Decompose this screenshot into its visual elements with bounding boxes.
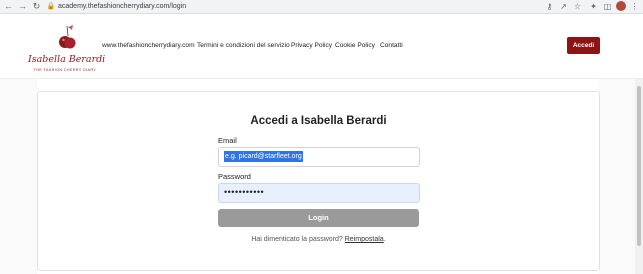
browser-toolbar: ← → ↻ 🔒 academy.thefashioncherrydiary.co… — [0, 0, 643, 14]
nav-item-privacy[interactable]: Privacy Policy — [291, 40, 332, 52]
back-icon[interactable]: ← — [3, 1, 14, 12]
site-header: Isabella Berardi THE FASHION CHERRY DIAR… — [0, 14, 643, 78]
logo-name: Isabella Berardi — [28, 54, 106, 65]
nav-item-terms[interactable]: Termini e condizioni del servizio — [197, 40, 290, 52]
reload-icon[interactable]: ↻ — [31, 1, 42, 12]
forgot-suffix: . — [383, 236, 386, 243]
share-icon[interactable]: ↗ — [558, 1, 569, 12]
sidepanel-icon[interactable]: ◫ — [602, 1, 613, 12]
key-icon[interactable]: ⚷ — [544, 1, 555, 12]
email-placeholder: e.g. picard@starfleet.org — [224, 151, 303, 162]
page-gutter-right — [599, 79, 635, 274]
url-text: academy.thefashioncherrydiary.com/login — [58, 3, 187, 10]
login-title: Accedi a Isabella Berardi — [250, 115, 387, 127]
lock-icon[interactable]: 🔒 — [46, 1, 56, 12]
address-bar[interactable]: 🔒 academy.thefashioncherrydiary.com/logi… — [46, 1, 526, 12]
nav-item-contatti[interactable]: Contatti — [380, 40, 403, 52]
email-field[interactable]: e.g. picard@starfleet.org — [218, 147, 420, 167]
reset-password-link[interactable]: Reimpostala — [345, 236, 384, 243]
header-divider — [0, 78, 643, 79]
password-label: Password — [218, 172, 251, 181]
extensions-icon[interactable]: ✦ — [588, 1, 599, 12]
more-icon[interactable]: ⋮ — [629, 1, 640, 12]
star-icon[interactable]: ☆ — [572, 1, 583, 12]
page-gutter-left — [0, 79, 37, 274]
signin-button[interactable]: Accedi — [567, 37, 600, 54]
email-label: Email — [218, 136, 237, 145]
password-field[interactable]: ••••••••••• — [218, 183, 420, 203]
cherry-logo-icon — [59, 25, 76, 49]
site-logo[interactable]: Isabella Berardi THE FASHION CHERRY DIAR… — [28, 22, 106, 80]
scrollbar-thumb[interactable] — [637, 86, 641, 246]
forgot-password: Hai dimenticato la password? Reimpostala… — [38, 236, 599, 243]
password-value: ••••••••••• — [224, 187, 265, 197]
forgot-text: Hai dimenticato la password? — [251, 236, 345, 243]
logo-tagline: THE FASHION CHERRY DIARY — [33, 68, 97, 72]
nav-item-cookie[interactable]: Cookie Policy — [335, 40, 375, 52]
forward-icon[interactable]: → — [17, 1, 28, 12]
login-button[interactable]: Login — [218, 209, 419, 227]
nav-item-website[interactable]: www.thefashioncherrydiary.com — [102, 40, 195, 52]
avatar[interactable] — [616, 1, 626, 11]
login-card: Accedi a Isabella Berardi Email e.g. pic… — [37, 91, 600, 271]
